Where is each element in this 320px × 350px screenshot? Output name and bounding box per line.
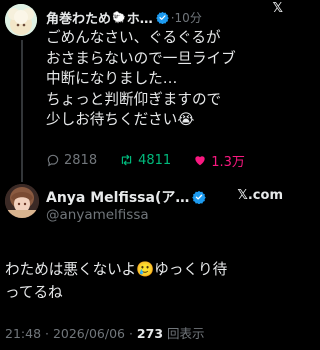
like-count: 1.3万: [211, 154, 245, 170]
avatar[interactable]: [5, 184, 39, 218]
x-com-logo[interactable]: 𝕏.com: [237, 188, 283, 203]
view-count: 273: [136, 326, 164, 341]
tweet-time[interactable]: ·10分: [171, 9, 202, 26]
author-handle[interactable]: @anyamelfissa: [46, 207, 149, 223]
author-name[interactable]: 角巻わため: [46, 8, 111, 27]
tweet-line: 少しお待ちください😭: [46, 111, 195, 128]
author-name[interactable]: Anya Melfissa(ア…: [46, 187, 189, 207]
view-label: 回表示: [163, 326, 205, 341]
verified-badge-icon: [155, 11, 169, 24]
retweet-icon: [121, 154, 132, 166]
tweet-header: 角巻わため 🐑 ホ… ·10分: [46, 7, 284, 27]
thread-connector-line: [21, 40, 23, 182]
author-name-rest[interactable]: ホ…: [127, 8, 153, 27]
tweet-actions: 2818 4811 1.3万: [46, 150, 276, 170]
like-button[interactable]: 1.3万: [193, 151, 245, 170]
tweet-text: ごめんなさい、ぐるぐるが おさまらないので一旦ライブ 中断になりました… ちょっ…: [46, 28, 284, 131]
tweet-line: わためは悪くないよ🥲ゆっくり待: [5, 261, 228, 278]
tweet-line: ごめんなさい、ぐるぐるが: [46, 29, 221, 46]
retweet-count: 4811: [138, 152, 172, 168]
reply-count: 2818: [64, 152, 98, 168]
sheep-icon: 🐑: [112, 10, 126, 24]
x-logo-icon[interactable]: 𝕏: [273, 1, 283, 16]
tweet-line: ってるね: [5, 284, 63, 301]
retweet-button[interactable]: 4811: [119, 153, 171, 168]
replied-tweet[interactable]: 角巻わため 🐑 ホ… ·10分 𝕏 ごめんなさい、ぐるぐるが おさまらないので一…: [0, 0, 287, 182]
verified-badge-icon: [192, 190, 207, 204]
tweet-line: おさまらないので一旦ライブ: [46, 49, 236, 67]
reply-icon: [47, 154, 59, 167]
tweet-line: ちょっと判断仰ぎますので: [46, 90, 222, 108]
tweet-text: わためは悪くないよ🥲ゆっくり待 ってるね: [5, 258, 285, 304]
tweet-line: 中断になりました…: [46, 70, 178, 87]
heart-icon: [195, 156, 205, 166]
screenshot: 角巻わため 🐑 ホ… ·10分 𝕏 ごめんなさい、ぐるぐるが おさまらないので一…: [0, 0, 287, 350]
avatar[interactable]: [5, 4, 37, 36]
reply-button[interactable]: 2818: [46, 153, 97, 168]
tweet-meta: 21:48 · 2026/06/06 · 273 回表示: [5, 323, 285, 342]
timestamp[interactable]: 21:48 · 2026/06/06 ·: [5, 326, 137, 341]
